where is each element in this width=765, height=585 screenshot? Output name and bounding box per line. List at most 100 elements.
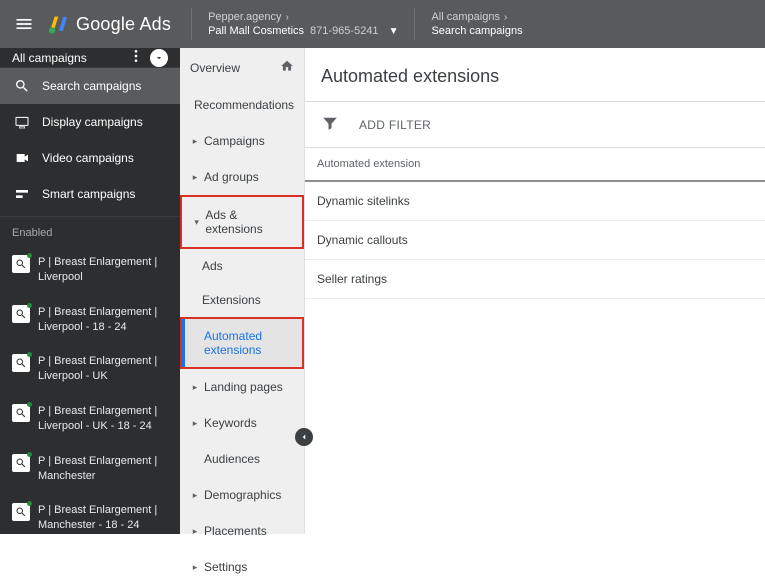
breadcrumb-separator: [191, 8, 192, 40]
nav-automated-extensions[interactable]: Automated extensions: [182, 319, 302, 367]
column-header-spacer: [535, 148, 765, 180]
nav-audiences[interactable]: Audiences: [180, 441, 304, 477]
display-icon: [12, 114, 32, 130]
nav-label: Keywords: [204, 416, 257, 430]
home-icon: [280, 59, 294, 76]
search-icon: [12, 305, 30, 323]
video-icon: [12, 150, 32, 166]
filter-bar: ADD FILTER: [305, 102, 765, 147]
campaign-item[interactable]: P | Breast Enlargement | Liverpool - UK …: [0, 394, 180, 444]
collapse-handle[interactable]: [295, 428, 313, 446]
nav-label: Extensions: [202, 293, 261, 307]
cell-name: Dynamic callouts: [305, 221, 535, 259]
cell-empty: [535, 182, 765, 220]
highlight-box: Automated extensions: [180, 317, 304, 369]
secondary-nav: Overview Recommendations ▸ Campaigns ▸ A…: [180, 48, 305, 534]
nav-landing-pages[interactable]: ▸ Landing pages: [180, 369, 304, 405]
nav-label: Ads: [202, 259, 223, 273]
smart-icon: [12, 186, 32, 202]
nav-campaigns[interactable]: ▸ Campaigns: [180, 123, 304, 159]
cell-empty: [535, 221, 765, 259]
search-icon: [12, 354, 30, 372]
nav-label: Ads & extensions: [205, 208, 292, 236]
table-row[interactable]: Seller ratings: [305, 260, 765, 299]
cell-name: Dynamic sitelinks: [305, 182, 535, 220]
campaign-item[interactable]: P | Breast Enlargement | Manchester: [0, 444, 180, 494]
breadcrumb-scope[interactable]: All campaigns › Search campaigns: [423, 7, 613, 41]
topbar: Google Ads Pepper.agency › Pall Mall Cos…: [0, 0, 765, 48]
campaign-item[interactable]: P | Breast Enlargement | Manchester - 18…: [0, 493, 180, 543]
nav-label: Ad groups: [204, 170, 259, 184]
nav-settings[interactable]: ▸ Settings: [180, 549, 304, 585]
cell-name: Seller ratings: [305, 260, 535, 298]
nav-placements[interactable]: ▸ Placements: [180, 513, 304, 549]
nav-label: Overview: [190, 61, 240, 75]
more-options-button[interactable]: [122, 48, 150, 67]
nav-demographics[interactable]: ▸ Demographics: [180, 477, 304, 513]
nav-ads[interactable]: Ads: [180, 249, 304, 283]
campaign-label: P | Breast Enlargement | Liverpool - UK …: [38, 404, 168, 434]
chevron-right-icon: ›: [504, 12, 507, 23]
account-id: 871-965-5241: [310, 25, 379, 37]
cell-empty: [535, 260, 765, 298]
nav-extensions[interactable]: Extensions: [180, 283, 304, 317]
table-header-row: Automated extension: [305, 147, 765, 182]
page-title: Automated extensions: [305, 48, 765, 101]
chevron-right-icon: ▸: [190, 418, 200, 429]
filter-icon[interactable]: [321, 114, 339, 135]
nav-item-display-campaigns[interactable]: Display campaigns: [0, 104, 180, 140]
search-icon: [12, 78, 32, 94]
breadcrumb-bottom: Pall Mall Cosmetics: [208, 25, 304, 37]
chevron-right-icon: ›: [285, 12, 288, 23]
menu-button[interactable]: [0, 14, 48, 34]
nav-overview[interactable]: Overview: [180, 48, 304, 87]
add-filter-button[interactable]: ADD FILTER: [359, 118, 431, 132]
column-header-extension[interactable]: Automated extension: [305, 148, 535, 180]
campaign-item[interactable]: P | Breast Enlargement | Liverpool: [0, 245, 180, 295]
collapse-circle-button[interactable]: [150, 49, 168, 67]
enabled-section-label: Enabled: [0, 216, 180, 245]
breadcrumb-top: Pepper.agency: [208, 11, 281, 23]
chevron-right-icon: ▸: [190, 382, 200, 393]
nav-label: Video campaigns: [42, 151, 134, 165]
nav-label: Settings: [204, 560, 247, 574]
google-ads-logo[interactable]: Google Ads: [48, 13, 183, 35]
nav-label: Audiences: [204, 452, 260, 466]
breadcrumb-account[interactable]: Pepper.agency › Pall Mall Cosmetics 871-…: [200, 7, 406, 41]
nav-label: Landing pages: [204, 380, 283, 394]
nav-ads-extensions[interactable]: ▾ Ads & extensions: [180, 195, 304, 249]
nav-label: Search campaigns: [42, 79, 141, 93]
nav-keywords[interactable]: ▸ Keywords: [180, 405, 304, 441]
nav-label: Smart campaigns: [42, 187, 135, 201]
chevron-right-icon: ▸: [190, 526, 200, 537]
nav-recommendations[interactable]: Recommendations: [180, 87, 304, 123]
left-nav-title: All campaigns: [12, 51, 122, 65]
breadcrumb-bottom: Search campaigns: [431, 25, 522, 37]
campaign-label: P | Breast Enlargement | Manchester - 18…: [38, 503, 168, 533]
nav-label: Recommendations: [194, 98, 294, 112]
left-nav: All campaigns Search campaigns Display c…: [0, 48, 180, 534]
nav-ad-groups[interactable]: ▸ Ad groups: [180, 159, 304, 195]
campaign-item[interactable]: P | Breast Enlargement | Liverpool - UK: [0, 344, 180, 394]
product-name: Google Ads: [76, 14, 171, 35]
search-icon: [12, 404, 30, 422]
google-ads-logo-icon: [48, 13, 70, 35]
nav-item-video-campaigns[interactable]: Video campaigns: [0, 140, 180, 176]
search-icon: [12, 503, 30, 521]
nav-label: Placements: [204, 524, 267, 538]
search-icon: [12, 454, 30, 472]
nav-item-smart-campaigns[interactable]: Smart campaigns: [0, 176, 180, 212]
chevron-right-icon: ▸: [190, 136, 200, 147]
dropdown-caret-icon: ▼: [389, 26, 399, 37]
campaign-item[interactable]: P | Breast Enlargement | Liverpool - 18 …: [0, 295, 180, 345]
nav-item-search-campaigns[interactable]: Search campaigns: [0, 68, 180, 104]
campaign-label: P | Breast Enlargement | Manchester: [38, 454, 168, 484]
table-row[interactable]: Dynamic callouts: [305, 221, 765, 260]
nav-label: Display campaigns: [42, 115, 143, 129]
chevron-right-icon: ▸: [190, 172, 200, 183]
breadcrumb-separator: [414, 8, 415, 40]
breadcrumb-top: All campaigns: [431, 11, 499, 23]
chevron-right-icon: ▸: [190, 490, 200, 501]
table-row[interactable]: Dynamic sitelinks: [305, 182, 765, 221]
chevron-down-icon: ▾: [192, 217, 201, 228]
